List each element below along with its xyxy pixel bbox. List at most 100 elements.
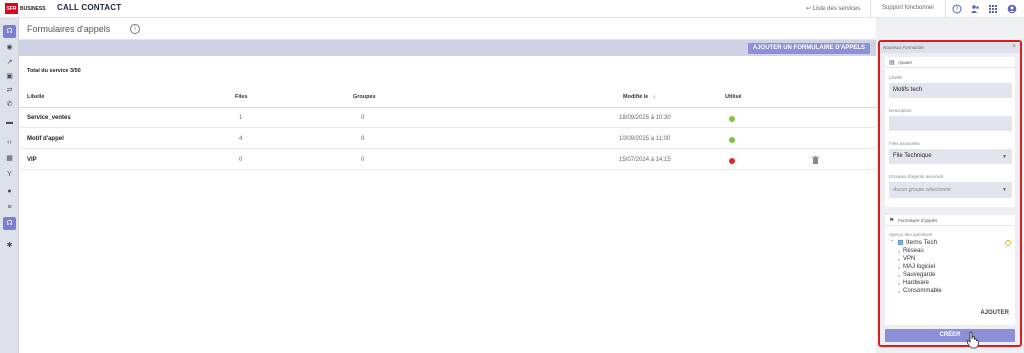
- panel-title: Nouveau Formulaire: [883, 45, 924, 50]
- tree-item[interactable]: MAJ logiciel: [897, 264, 935, 270]
- calendar-icon[interactable]: ▦: [3, 152, 16, 165]
- col-utilise[interactable]: Utilisé: [725, 94, 742, 100]
- total-count: Total du service 3/50: [27, 68, 81, 74]
- col-files[interactable]: Files: [235, 94, 248, 100]
- forms-table: Total du service 3/50 Libellé Files Grou…: [19, 56, 876, 353]
- page-header: Formulaires d'appels i: [19, 18, 876, 40]
- row-groupes: 0: [361, 136, 365, 142]
- tree-item[interactable]: Consommable: [898, 288, 942, 294]
- add-form-button[interactable]: AJOUTER UN FORMULAIRE D'APPELS: [747, 43, 870, 54]
- form-section-title: Formulaire d'appels: [898, 218, 938, 223]
- info-icon[interactable]: i: [130, 24, 140, 34]
- ajouter-button[interactable]: AJOUTER: [980, 310, 1009, 316]
- tree-item[interactable]: Réseau: [898, 248, 924, 254]
- close-icon[interactable]: ×: [1012, 43, 1016, 50]
- preview-label: Aperçu des questions: [889, 232, 933, 237]
- add-section-header: ▤ Ajouter: [885, 57, 1015, 68]
- col-modifie-label: Modifié le: [623, 94, 649, 100]
- hand-cursor-icon: [966, 331, 980, 349]
- status-dot-red: [729, 158, 735, 164]
- divider: [870, 0, 871, 18]
- logo-text: BUSINESS: [20, 5, 46, 12]
- row-modifie: 18/09/2025 à 10:30: [619, 115, 671, 121]
- code-icon[interactable]: ‹›: [3, 136, 16, 149]
- tree-root-label[interactable]: Items Tech: [906, 239, 937, 246]
- support-link[interactable]: Support fonctionnel: [882, 5, 934, 11]
- headset-icon[interactable]: ☊: [3, 25, 16, 38]
- brand-logo[interactable]: SFR BUSINESS: [5, 3, 46, 14]
- description-field[interactable]: [889, 116, 1012, 131]
- panel-header: Nouveau Formulaire ×: [880, 42, 1020, 53]
- files-select[interactable]: File Technique ▼: [889, 149, 1012, 164]
- files-label: Files associées: [889, 141, 920, 146]
- table-row[interactable]: Motif d'appel 4 0 10/09/2025 à 11:00: [19, 129, 876, 149]
- col-modifie[interactable]: Modifié le ↓: [623, 94, 656, 100]
- libelle-label: Libellé: [889, 75, 903, 80]
- files-value: File Technique: [893, 153, 932, 159]
- apps-grid-icon[interactable]: [988, 4, 998, 14]
- table-row[interactable]: Service_ventes 1 0 18/09/2025 à 10:30: [19, 108, 876, 128]
- groups-placeholder: Aucun groupe sélectionné: [893, 187, 951, 193]
- groups-label: Groupes d'agents associés: [889, 174, 944, 179]
- building-icon[interactable]: ▣: [3, 70, 16, 83]
- folder-icon[interactable]: ▬: [3, 116, 16, 129]
- routing-icon[interactable]: ⇄: [3, 84, 16, 97]
- divider: [945, 0, 946, 18]
- new-form-panel: Nouveau Formulaire × ▤ Ajouter Libellé M…: [878, 40, 1022, 347]
- help-icon[interactable]: ?: [952, 4, 962, 14]
- row-groupes: 0: [361, 157, 365, 163]
- tree-item[interactable]: Hardware: [897, 280, 929, 286]
- add-section-card: ▤ Ajouter Libellé Motifs tech Descriptio…: [885, 57, 1015, 207]
- users-icon[interactable]: [970, 4, 980, 14]
- eye-icon[interactable]: ◉: [3, 41, 16, 54]
- chevron-down-icon: ▼: [1002, 154, 1007, 160]
- add-section-title: Ajouter: [898, 60, 913, 65]
- row-groupes: 0: [361, 115, 365, 121]
- left-nav-rail: ☊ ◉ ↗ ▣ ⇄ ✆ ▬ ‹› ▦ Y ● ≡ ☊ ✱: [0, 18, 19, 353]
- trend-icon[interactable]: ↗: [3, 56, 16, 69]
- groups-select[interactable]: Aucun groupe sélectionné ▼: [889, 182, 1012, 198]
- tree-item[interactable]: Sauvegarde: [897, 272, 935, 278]
- tree-root-checkbox[interactable]: [898, 240, 903, 245]
- top-bar: SFR BUSINESS CALL CONTACT ↩ Liste des se…: [0, 0, 1024, 18]
- page-title: Formulaires d'appels: [27, 24, 111, 34]
- create-button[interactable]: CRÉER: [885, 329, 1015, 342]
- add-circle-icon[interactable]: [1005, 240, 1011, 246]
- row-libelle: Service_ventes: [27, 115, 71, 121]
- headset-active-icon[interactable]: ☊: [3, 217, 16, 230]
- table-row[interactable]: VIP 0 0 15/07/2024 à 14:15: [19, 150, 876, 170]
- svg-text:?: ?: [955, 6, 958, 13]
- status-dot-green: [729, 116, 735, 122]
- document-icon: ▤: [889, 60, 895, 66]
- form-section-card: ⚑ Formulaire d'appels Aperçu des questio…: [885, 215, 1015, 325]
- tree-item[interactable]: VPN: [897, 256, 915, 262]
- form-section-header: ⚑ Formulaire d'appels: [885, 215, 1015, 226]
- chevron-down-icon[interactable]: ⌄: [890, 237, 894, 243]
- queue-icon[interactable]: ≡: [3, 201, 16, 214]
- col-libelle[interactable]: Libellé: [27, 94, 44, 100]
- action-bar: AJOUTER UN FORMULAIRE D'APPELS: [19, 40, 876, 56]
- app-name: CALL CONTACT: [57, 3, 122, 12]
- chat-icon[interactable]: ●: [3, 185, 16, 198]
- logo-mark: SFR: [5, 3, 18, 14]
- services-list-link[interactable]: ↩ Liste des services: [806, 5, 860, 12]
- sort-down-icon[interactable]: ↓: [653, 94, 656, 100]
- description-label: Description: [889, 108, 912, 113]
- row-files: 4: [239, 136, 243, 142]
- row-modifie: 10/09/2025 à 11:00: [619, 136, 671, 142]
- branch-icon[interactable]: Y: [3, 168, 16, 181]
- trash-icon[interactable]: [812, 156, 819, 166]
- status-dot-green: [729, 137, 735, 143]
- account-icon[interactable]: [1007, 4, 1017, 14]
- row-modifie: 15/07/2024 à 14:15: [619, 157, 671, 163]
- col-groupes[interactable]: Groupes: [353, 94, 376, 100]
- row-libelle: VIP: [27, 157, 37, 163]
- chevron-down-icon: ▼: [1002, 187, 1007, 193]
- libelle-field[interactable]: Motifs tech: [889, 83, 1012, 98]
- gear-icon[interactable]: ✱: [3, 239, 16, 252]
- row-files: 0: [239, 157, 243, 163]
- phone-forward-icon[interactable]: ✆: [3, 98, 16, 111]
- flag-icon: ⚑: [889, 218, 895, 224]
- row-libelle: Motif d'appel: [27, 136, 64, 142]
- row-files: 1: [239, 115, 243, 121]
